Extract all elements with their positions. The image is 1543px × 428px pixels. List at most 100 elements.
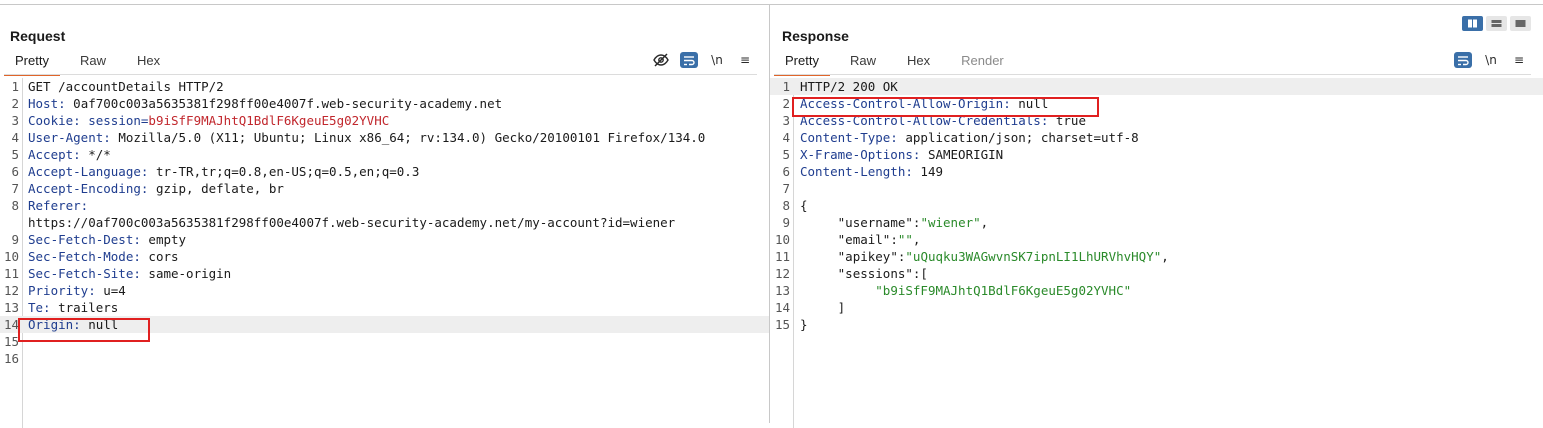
request-tab-raw[interactable]: Raw — [69, 50, 117, 74]
menu-icon[interactable]: ≡ — [736, 52, 754, 68]
request-tab-pretty[interactable]: Pretty — [4, 50, 60, 76]
code-line: 16 — [3, 351, 19, 366]
code-line: 8{ — [782, 198, 808, 213]
header-value: null — [80, 317, 119, 332]
code-line: 12 "sessions":[ — [774, 266, 928, 281]
header-value: trailers — [50, 300, 119, 315]
header-name: Content-Length: — [800, 164, 913, 179]
header-value: tr-TR,tr;q=0.8,en-US;q=0.5,en;q=0.3 — [148, 164, 420, 179]
header-value: true — [1048, 113, 1086, 128]
newline-toggle-icon[interactable]: \n — [708, 52, 726, 68]
code-line: 5 Accept: */* — [11, 147, 111, 162]
code-line: 3 Access-Control-Allow-Credentials: true — [782, 113, 1086, 128]
request-editor[interactable]: 1 GET /accountDetails HTTP/2 2 Host: 0af70… — [0, 78, 769, 428]
response-tab-hex[interactable]: Hex — [896, 50, 941, 74]
header-value: gzip, deflate, br — [148, 181, 284, 196]
code-line: 15 — [3, 334, 19, 349]
request-tabs: Pretty Raw Hex — [4, 50, 180, 76]
status-line: HTTP/2 200 OK — [800, 79, 898, 94]
header-name: Accept-Language: — [28, 164, 149, 179]
header-value: */* — [80, 147, 111, 162]
code-line: 11 Sec-Fetch-Site: same-origin — [3, 266, 232, 281]
code-line: 1 GET /accountDetails HTTP/2 — [11, 79, 224, 94]
request-toolbar: \n ≡ — [642, 52, 754, 68]
json-value: "b9iSfF9MAJhtQ1BdlF6KgeuE5g02YVHC" — [875, 283, 1132, 298]
code-line-current: 1 HTTP/2 200 OK — [770, 78, 1543, 95]
response-tabs: Pretty Raw Hex Render — [774, 50, 1024, 76]
header-name: Priority: — [28, 283, 96, 298]
code-line: 9 Sec-Fetch-Dest: empty — [11, 232, 187, 247]
header-name: Access-Control-Allow-Origin: — [800, 96, 1011, 111]
header-value: null — [1010, 96, 1049, 111]
header-name: X-Frame-Options: — [800, 147, 921, 162]
request-tab-hex[interactable]: Hex — [126, 50, 171, 74]
code-line: 10 Sec-Fetch-Mode: cors — [3, 249, 179, 264]
header-value: 0af700c003a5635381f298ff00e4007f.web-sec… — [65, 96, 503, 111]
cookie-name: session= — [80, 113, 149, 128]
single-pane-icon[interactable] — [1510, 16, 1531, 31]
json-value: "wiener" — [920, 215, 981, 230]
json-value: "uQuqku3WAGwvnSK7ipnLI1LhURVhvHQY" — [905, 249, 1162, 264]
code-line: 11 "apikey":"uQuqku3WAGwvnSK7ipnLI1LhURV… — [774, 249, 1169, 264]
split-vertical-icon[interactable] — [1462, 16, 1483, 31]
header-value: SAMEORIGIN — [920, 147, 1004, 162]
json-brace: { — [800, 198, 808, 213]
header-value: u=4 — [95, 283, 126, 298]
layout-switcher — [1459, 16, 1531, 31]
json-bracket: ] — [800, 300, 846, 315]
header-name: Accept-Encoding: — [28, 181, 149, 196]
response-panel: Response Pretty Raw Hex Render \n ≡ 1 HTT… — [770, 5, 1543, 428]
response-title: Response — [782, 28, 849, 44]
code-line: 14 ] — [774, 300, 846, 315]
response-tab-underline — [774, 74, 1531, 75]
code-line: 2 Host: 0af700c003a5635381f298ff00e4007f.… — [11, 96, 503, 111]
json-key: "apikey" — [837, 249, 898, 264]
header-value: empty — [140, 232, 187, 247]
header-name: Access-Control-Allow-Credentials: — [800, 113, 1049, 128]
header-name: Sec-Fetch-Mode: — [28, 249, 141, 264]
code-line: https://0af700c003a5635381f298ff00e4007f… — [0, 214, 769, 231]
newline-toggle-icon[interactable]: \n — [1482, 52, 1500, 68]
header-name: Te: — [28, 300, 51, 315]
json-value: "" — [897, 232, 913, 247]
code-line: 12 Priority: u=4 — [3, 283, 126, 298]
menu-icon[interactable]: ≡ — [1510, 52, 1528, 68]
header-name: Content-Type: — [800, 130, 898, 145]
response-tab-pretty[interactable]: Pretty — [774, 50, 830, 76]
pretty-wrap-icon[interactable] — [1454, 52, 1472, 68]
header-name: Cookie: — [28, 113, 81, 128]
json-key: "email" — [837, 232, 891, 247]
response-tab-raw[interactable]: Raw — [839, 50, 887, 74]
header-name: User-Agent: — [28, 130, 111, 145]
request-title: Request — [10, 28, 66, 44]
header-name: Origin: — [28, 317, 81, 332]
code-line: 5 X-Frame-Options: SAMEORIGIN — [782, 147, 1004, 162]
code-line: 9 "username":"wiener", — [782, 215, 989, 230]
code-line: 7 — [782, 181, 790, 196]
header-value: application/json; charset=utf-8 — [897, 130, 1139, 145]
request-tab-underline — [4, 74, 757, 75]
header-value: same-origin — [140, 266, 232, 281]
response-editor[interactable]: 1 HTTP/2 200 OK 2 Access-Control-Allow-Ori… — [770, 78, 1543, 428]
response-toolbar: \n ≡ — [1444, 52, 1528, 68]
code-line: 15} — [774, 317, 808, 332]
header-value: cors — [140, 249, 179, 264]
eye-off-icon[interactable] — [652, 52, 670, 68]
pretty-wrap-icon[interactable] — [680, 52, 698, 68]
code-line: 8 Referer: — [11, 198, 89, 213]
split-horizontal-icon[interactable] — [1486, 16, 1507, 31]
json-key: "sessions" — [837, 266, 913, 281]
code-line: 2 Access-Control-Allow-Origin: null — [782, 96, 1049, 111]
header-name: Sec-Fetch-Dest: — [28, 232, 141, 247]
code-line: 13 "b9iSfF9MAJhtQ1BdlF6KgeuE5g02YVHC" — [774, 283, 1132, 298]
code-line: 3 Cookie: session=b9iSfF9MAJhtQ1BdlF6Kgeu… — [11, 113, 390, 128]
json-key: "username" — [837, 215, 913, 230]
header-name: Referer: — [28, 198, 89, 213]
request-line-text: GET /accountDetails HTTP/2 — [28, 79, 224, 94]
json-brace: } — [800, 317, 808, 332]
code-line: 4 Content-Type: application/json; charset… — [782, 130, 1139, 145]
header-value: Mozilla/5.0 (X11; Ubuntu; Linux x86_64; … — [110, 130, 706, 145]
response-tab-render[interactable]: Render — [950, 50, 1015, 74]
request-panel: Request Pretty Raw Hex \n ≡ 1 GET /accoun… — [0, 5, 769, 428]
header-name: Sec-Fetch-Site: — [28, 266, 141, 281]
